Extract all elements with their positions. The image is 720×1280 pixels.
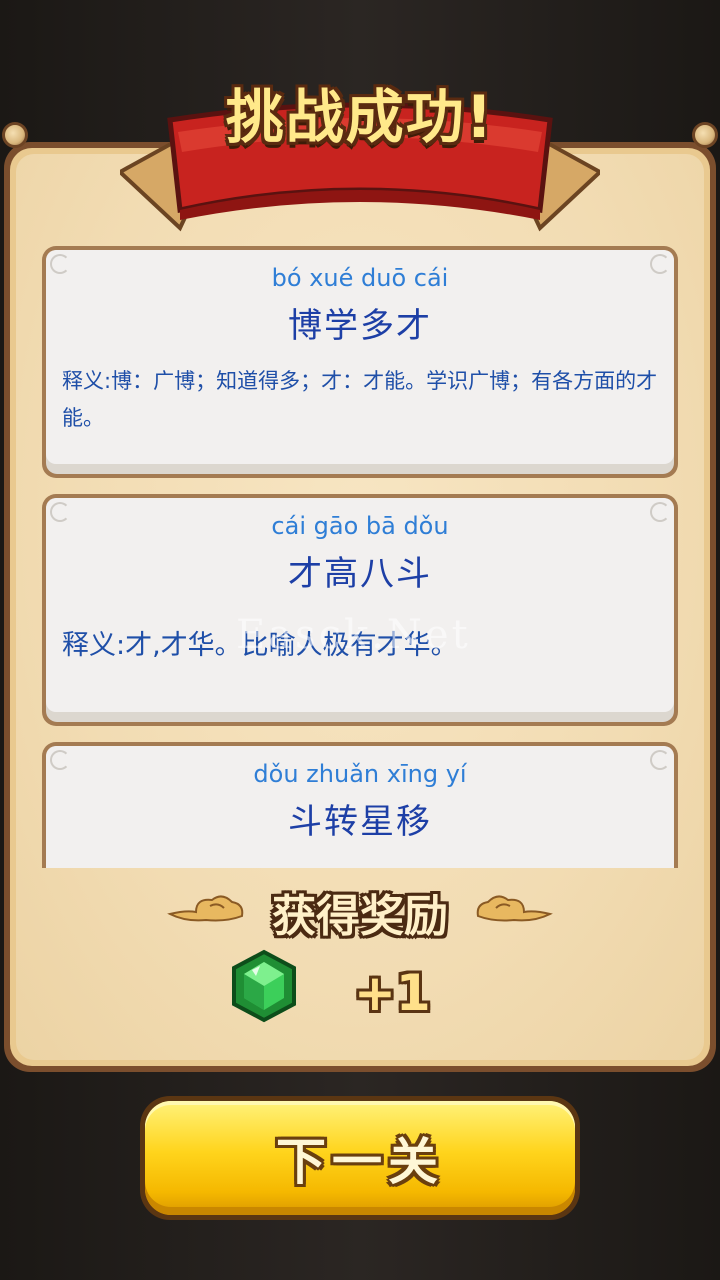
idiom-text: 才高八斗 — [288, 554, 432, 594]
idiom-text: 博学多才 — [288, 306, 432, 346]
reward-amount: +1 — [354, 964, 431, 1022]
idiom-pinyin: cái gāo bā dǒu — [271, 512, 449, 540]
card-corner-swirl — [650, 254, 670, 274]
idiom-list: bó xué duō cái 博学多才 释义:博：广博；知道得多；才：才能。学识… — [0, 240, 720, 868]
idiom-card: bó xué duō cái 博学多才 释义:博：广博；知道得多；才：才能。学识… — [42, 246, 678, 478]
idiom-meaning: 释义:博：广博；知道得多；才：才能。学识广博；有各方面的才能。 — [62, 369, 658, 430]
page-title: 挑战成功! — [225, 83, 495, 151]
card-corner-swirl — [650, 502, 670, 522]
emerald-gem-icon — [232, 949, 296, 1023]
idiom-pinyin: bó xué duō cái — [271, 264, 449, 292]
idiom-card: cái gāo bā dǒu 才高八斗 释义:才,才华。比喻人极有才华。 — [42, 494, 678, 726]
reward-title: 获得奖励 — [272, 891, 448, 942]
next-level-label: 下一关 — [276, 1133, 444, 1191]
next-level-button[interactable]: 下一关 — [140, 1096, 580, 1220]
card-corner-swirl — [50, 254, 70, 274]
card-corner-swirl — [50, 502, 70, 522]
idiom-card: dǒu zhuǎn xīng yí 斗转星移 — [42, 742, 678, 868]
card-corner-swirl — [650, 750, 670, 770]
idiom-text: 斗转星移 — [288, 802, 432, 842]
idiom-pinyin: dǒu zhuǎn xīng yí — [253, 760, 467, 788]
watermark: Easck.Net — [236, 612, 471, 658]
card-corner-swirl — [50, 750, 70, 770]
